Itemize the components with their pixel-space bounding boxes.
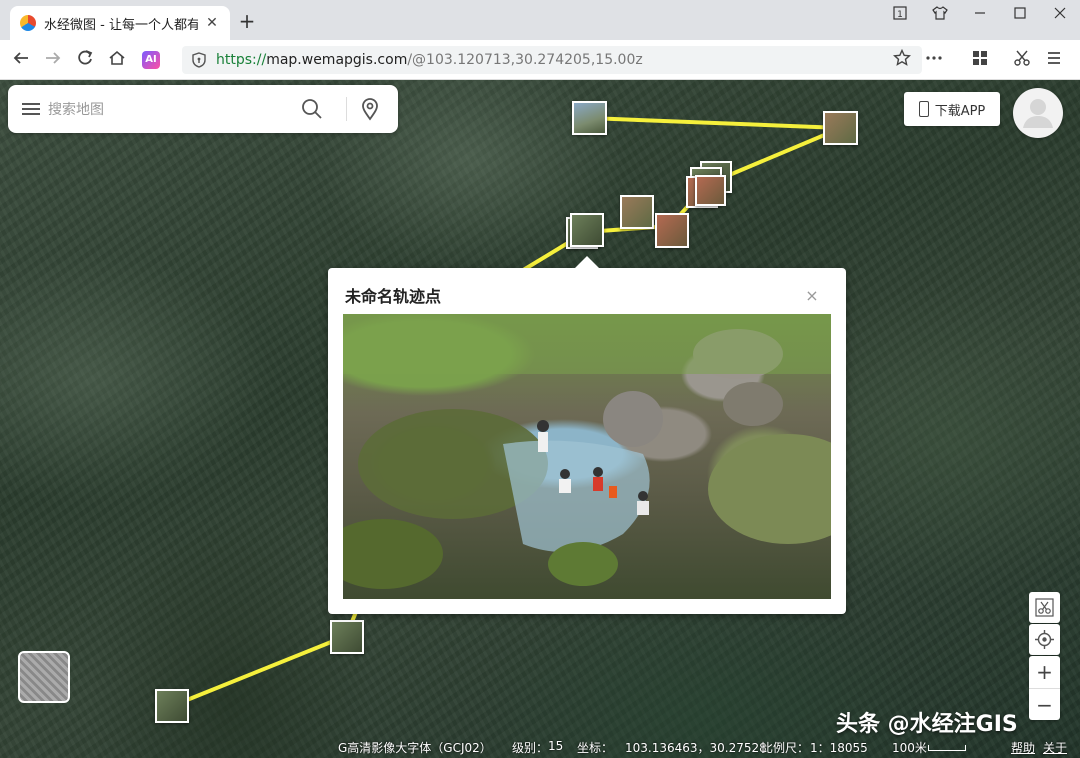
track-point-photo[interactable] xyxy=(343,314,831,599)
home-icon[interactable] xyxy=(106,49,128,71)
zoom-control: + − xyxy=(1029,656,1060,720)
more-dots-icon[interactable] xyxy=(923,49,945,71)
locate-me-button[interactable] xyxy=(1029,624,1060,655)
search-icon[interactable] xyxy=(300,97,324,121)
forward-icon[interactable] xyxy=(42,49,64,71)
screenshot-tool-button[interactable] xyxy=(1029,592,1060,623)
photo-marker[interactable] xyxy=(330,620,364,654)
scale-bar xyxy=(928,745,966,751)
photo-marker[interactable] xyxy=(572,101,607,135)
url-path: /@103.120713,30.274205,15.00z xyxy=(407,52,643,68)
extensions-grid-icon[interactable] xyxy=(969,49,991,71)
bookmark-star-icon[interactable] xyxy=(891,48,913,71)
track-point-popup: 未命名轨迹点 × xyxy=(328,256,846,614)
menu-icon[interactable] xyxy=(22,100,40,118)
zoom-in-button[interactable]: + xyxy=(1029,656,1060,688)
popup-title: 未命名轨迹点 xyxy=(345,287,442,306)
coord-label: 坐标： xyxy=(577,741,614,755)
site-favicon-icon xyxy=(20,15,36,31)
user-avatar[interactable] xyxy=(1013,88,1063,138)
crosshair-icon xyxy=(1035,630,1054,649)
tab-count-icon[interactable]: 1 xyxy=(886,6,914,24)
tab-title: 水经微图 - 让每一个人都有自 xyxy=(44,17,198,33)
download-app-label: 下载APP xyxy=(934,103,986,119)
window-close-icon[interactable] xyxy=(1046,6,1074,24)
photo-marker[interactable] xyxy=(620,195,654,229)
photo-marker[interactable] xyxy=(155,689,189,723)
search-input[interactable] xyxy=(46,98,300,122)
back-icon[interactable] xyxy=(10,49,32,71)
svg-text:1: 1 xyxy=(897,10,903,20)
browser-tab-bar: 水经微图 - 让每一个人都有自 ✕ + 1 xyxy=(0,0,1080,40)
about-link[interactable]: 关于 xyxy=(1043,739,1067,756)
tab-close-icon[interactable]: ✕ xyxy=(204,15,220,31)
url-host: map.wemapgis.com xyxy=(266,52,408,68)
download-app-button[interactable]: 下载APP xyxy=(904,92,1000,126)
map-status-bar: G高清影像大字体（GCJ02） 级别： 15 坐标： 103.136463，30… xyxy=(0,736,1080,758)
level-label: 级别： xyxy=(512,741,549,755)
search-divider xyxy=(346,97,347,121)
scale-label: 比例尺： xyxy=(761,741,810,755)
photo-marker[interactable] xyxy=(570,213,604,247)
browser-menu-icon[interactable] xyxy=(1043,49,1065,71)
reload-icon[interactable] xyxy=(74,49,96,71)
help-link[interactable]: 帮助 xyxy=(1011,739,1035,756)
site-security-icon[interactable] xyxy=(192,52,206,68)
watermark-text: 头条 @水经注GIS xyxy=(836,712,1018,737)
coord-value: 103.136463，30.27528 xyxy=(625,741,767,755)
skin-icon[interactable] xyxy=(926,6,954,24)
scale-value: 1：18055 xyxy=(810,741,868,755)
scissors-icon xyxy=(1035,598,1054,617)
level-value: 15 xyxy=(548,739,564,753)
minimize-icon[interactable] xyxy=(966,6,994,24)
url-scheme: https:// xyxy=(216,52,267,68)
ai-assistant-icon[interactable]: AI xyxy=(142,51,160,69)
scale-bar-label: 100米 xyxy=(892,741,927,755)
map-search-box xyxy=(8,85,398,133)
maximize-icon[interactable] xyxy=(1006,6,1034,24)
photo-marker[interactable] xyxy=(823,111,858,145)
user-silhouette-icon xyxy=(1023,99,1053,128)
photo-marker[interactable] xyxy=(655,213,689,248)
layer-name: G高清影像大字体（GCJ02） xyxy=(338,741,492,755)
popup-close-icon[interactable]: × xyxy=(804,286,820,305)
popup-pointer xyxy=(574,256,600,269)
scissors-icon[interactable] xyxy=(1011,49,1033,71)
location-pin-icon[interactable] xyxy=(358,97,382,121)
basemap-switcher[interactable] xyxy=(18,651,70,703)
phone-icon xyxy=(918,101,929,117)
browser-tab[interactable]: 水经微图 - 让每一个人都有自 ✕ xyxy=(10,6,230,40)
photo-marker[interactable] xyxy=(695,175,726,206)
address-bar[interactable]: https://map.wemapgis.com/@103.120713,30.… xyxy=(182,46,922,74)
zoom-out-button[interactable]: − xyxy=(1029,689,1060,721)
new-tab-button[interactable]: + xyxy=(236,10,258,32)
